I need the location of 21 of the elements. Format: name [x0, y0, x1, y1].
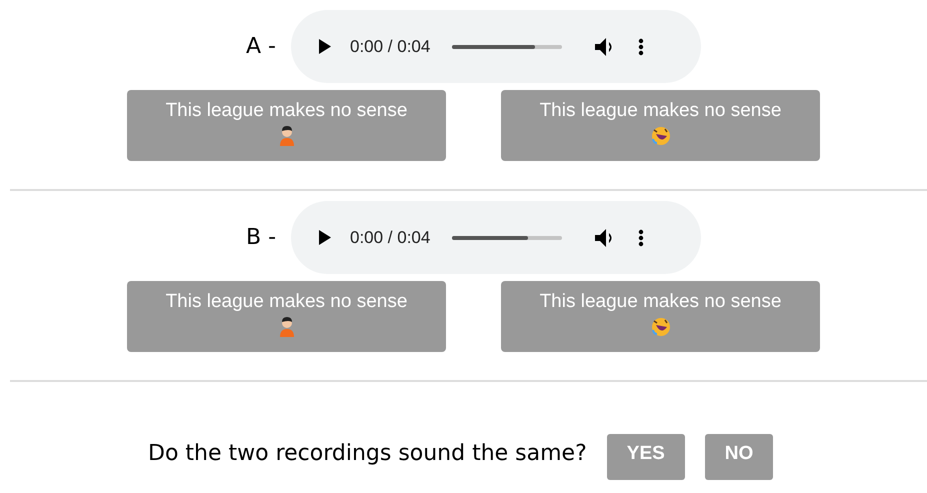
progress-track[interactable] — [452, 236, 562, 240]
person-icon — [278, 126, 294, 146]
answer-button[interactable]: This league makes no sense — [127, 90, 446, 161]
more-options-icon[interactable] — [638, 228, 644, 246]
time-display: 0:00 / 0:04 — [350, 36, 430, 56]
laughing-face-icon — [650, 126, 670, 146]
answer-button[interactable]: This league makes no sense — [127, 281, 446, 352]
answer-button[interactable]: This league makes no sense — [501, 90, 820, 161]
answer-button[interactable]: This league makes no sense — [501, 281, 820, 352]
player-label: B - — [246, 225, 278, 250]
player-label: A - — [246, 34, 277, 59]
laughing-face-icon — [650, 317, 670, 337]
play-icon[interactable] — [319, 230, 331, 245]
question-text: Do the two recordings sound the same? — [148, 441, 587, 466]
time-display: 0:00 / 0:04 — [350, 228, 430, 248]
person-icon — [278, 317, 294, 337]
answer-button[interactable]: YES — [606, 434, 685, 480]
play-icon[interactable] — [319, 39, 331, 54]
answer-button[interactable]: NO — [704, 434, 774, 480]
progress-track[interactable] — [452, 44, 562, 48]
more-options-icon[interactable] — [638, 38, 644, 56]
